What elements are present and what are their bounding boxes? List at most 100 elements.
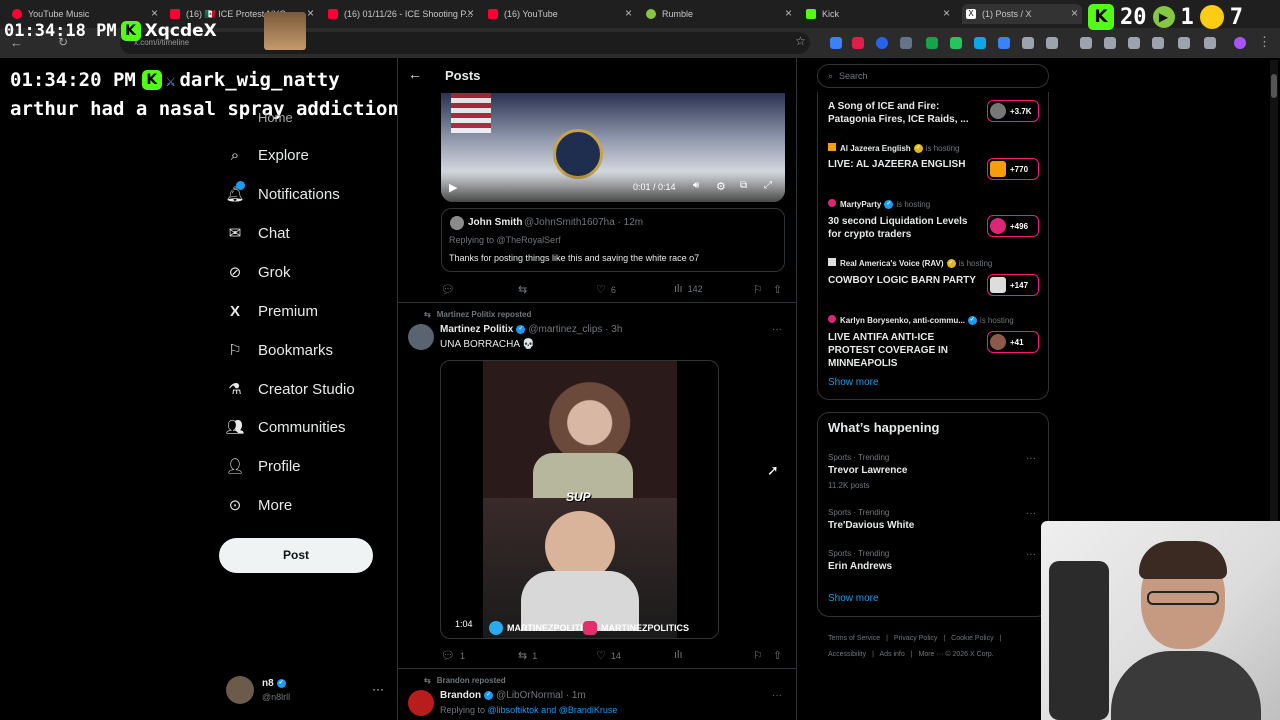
live-listener-count[interactable]: +147 <box>987 274 1039 296</box>
trend-name[interactable]: Tre'Davious White <box>828 520 914 531</box>
volume-icon[interactable]: 🔊︎ <box>693 180 699 191</box>
extension-icon[interactable] <box>1022 37 1034 49</box>
tab-kick[interactable]: Kick × <box>806 4 954 24</box>
nav-home-partial[interactable]: Home <box>258 110 293 125</box>
nav-explore[interactable]: ⌕ Explore <box>226 141 309 169</box>
like-button[interactable]: ♡ 6 <box>596 283 616 296</box>
close-icon[interactable]: × <box>943 6 950 20</box>
extension-icon[interactable] <box>998 37 1010 49</box>
nav-creator-studio[interactable]: ⚗ Creator Studio <box>226 375 354 403</box>
trend-name[interactable]: Trevor Lawrence <box>828 465 907 476</box>
repost-button[interactable]: ⇆ <box>518 283 532 296</box>
close-icon[interactable]: × <box>625 6 632 20</box>
extension-icon[interactable] <box>926 37 938 49</box>
search-input[interactable]: ⌕ Search <box>817 64 1049 88</box>
live-title[interactable]: 30 second Liquidation Levels for crypto … <box>828 215 978 241</box>
footer-link[interactable]: Accessibility <box>828 651 866 658</box>
more-options-icon[interactable]: ··· <box>772 324 782 335</box>
close-icon[interactable]: × <box>785 6 792 20</box>
live-title[interactable]: COWBOY LOGIC BARN PARTY <box>828 274 978 287</box>
extension-icon[interactable] <box>1152 37 1164 49</box>
extension-icon[interactable] <box>1128 37 1140 49</box>
extension-icon[interactable] <box>1178 37 1190 49</box>
avatar[interactable] <box>408 690 434 716</box>
footer-link[interactable]: Ads info <box>879 651 904 658</box>
tab-x-posts[interactable]: X (1) Posts / X × <box>962 4 1082 24</box>
fullscreen-icon[interactable]: ⤢ <box>764 180 772 191</box>
extension-icon[interactable] <box>900 37 912 49</box>
more-options-icon[interactable]: ··· <box>1026 508 1036 519</box>
extension-icon[interactable] <box>1104 37 1116 49</box>
live-listener-count[interactable]: +41 <box>987 331 1039 353</box>
more-options-icon[interactable]: ··· <box>372 682 384 696</box>
trend-name[interactable]: Erin Andrews <box>828 561 892 572</box>
nav-communities[interactable]: 👥︎ Communities <box>225 413 345 441</box>
extension-icon[interactable] <box>974 37 986 49</box>
scrollbar-thumb[interactable] <box>1271 74 1277 98</box>
nav-chat[interactable]: ✉ Chat <box>226 219 290 247</box>
nav-more[interactable]: ⊙ More <box>226 491 292 519</box>
live-listener-count[interactable]: +770 <box>987 158 1039 180</box>
post-video[interactable]: ▶ 0:01 / 0:14 🔊︎ ⚙ ⧉ ⤢ <box>441 93 785 202</box>
tab-rumble[interactable]: Rumble × <box>646 4 796 24</box>
show-more-link[interactable]: Show more <box>828 377 879 388</box>
repost-button[interactable]: ⇆ 1 <box>518 649 537 662</box>
footer-link[interactable]: Cookie Policy <box>951 635 993 642</box>
nav-grok[interactable]: ⊘ Grok <box>226 258 291 286</box>
live-listener-count[interactable]: +3.7K <box>987 100 1039 122</box>
post-button[interactable]: Post <box>219 538 373 573</box>
like-button[interactable]: ♡ 14 <box>596 649 621 662</box>
extension-icon[interactable] <box>1080 37 1092 49</box>
account-switcher[interactable]: n8 ✓ @n8lrll ··· <box>226 676 386 706</box>
avatar[interactable] <box>408 324 434 350</box>
back-arrow-icon[interactable]: ← <box>408 66 422 82</box>
reply-button[interactable]: 💬︎ <box>441 283 460 296</box>
live-listener-count[interactable]: +496 <box>987 215 1039 237</box>
extension-icon[interactable] <box>950 37 962 49</box>
extension-icon[interactable] <box>1204 37 1216 49</box>
menu-icon[interactable]: ⋮ <box>1258 34 1271 50</box>
settings-gear-icon[interactable]: ⚙ <box>716 180 726 193</box>
url-input[interactable]: x.com/i/timeline <box>120 32 810 54</box>
views-button[interactable]: ılı <box>674 649 688 661</box>
extension-icon[interactable] <box>830 37 842 49</box>
show-more-link[interactable]: Show more <box>828 593 879 604</box>
nav-bookmarks[interactable]: ⚐ Bookmarks <box>226 336 333 364</box>
reply-button[interactable]: 💬︎ 1 <box>441 649 465 662</box>
nav-premium[interactable]: X Premium <box>226 297 318 325</box>
post-video[interactable]: SUP 1:04 MARTINEZPOLITIX MARTINEZPOLITIC… <box>440 360 719 639</box>
live-title[interactable]: LIVE: AL JAZEERA ENGLISH <box>828 158 978 171</box>
live-title[interactable]: LIVE ANTIFA ANTI-ICE PROTEST COVERAGE IN… <box>828 331 978 370</box>
bookmark-button[interactable]: ⚐ <box>753 649 768 662</box>
footer-link[interactable]: Privacy Policy <box>894 635 938 642</box>
author-name[interactable]: Brandon <box>440 690 481 701</box>
nav-notifications[interactable]: 🔔︎ Notifications <box>225 180 340 208</box>
reply-mentions[interactable]: @libsoftiktok and @BrandiKruse <box>488 705 618 715</box>
more-options-icon[interactable]: ··· <box>772 690 782 701</box>
tab-youtube[interactable]: (16) YouTube × <box>488 4 636 24</box>
close-icon[interactable]: × <box>307 6 314 20</box>
close-icon[interactable]: × <box>467 6 474 20</box>
live-title[interactable]: A Song of ICE and Fire: Patagonia Fires,… <box>828 100 978 126</box>
close-icon[interactable]: × <box>1071 6 1078 20</box>
profile-avatar-icon[interactable] <box>1234 37 1246 49</box>
extension-icon[interactable] <box>876 37 888 49</box>
tab-ice-shooting[interactable]: (16) 01/11/26 - ICE Shooting P... × <box>328 4 478 24</box>
views-button[interactable]: ılı 142 <box>674 283 703 295</box>
nav-profile[interactable]: 👤︎ Profile <box>225 452 300 480</box>
bookmark-star-icon[interactable]: ☆ <box>795 34 806 48</box>
more-options-icon[interactable]: ··· <box>1026 453 1036 464</box>
share-button[interactable]: ⇧ <box>773 649 787 662</box>
author-name[interactable]: Martinez Politix <box>440 324 513 335</box>
extension-icon[interactable] <box>852 37 864 49</box>
footer-link[interactable]: Terms of Service <box>828 635 880 642</box>
extension-icon[interactable] <box>1046 37 1058 49</box>
popout-icon[interactable]: ⧉ <box>740 180 747 191</box>
more-options-icon[interactable]: ··· <box>1026 549 1036 560</box>
play-icon[interactable]: ▶ <box>449 181 457 194</box>
bookmark-button[interactable]: ⚐ <box>753 283 768 296</box>
close-icon[interactable]: × <box>151 6 158 20</box>
footer-link[interactable]: More ··· <box>919 651 944 658</box>
quoted-post[interactable]: John Smith @JohnSmith1607ha · 12m Replyi… <box>441 208 785 272</box>
share-button[interactable]: ⇧ <box>773 283 787 296</box>
